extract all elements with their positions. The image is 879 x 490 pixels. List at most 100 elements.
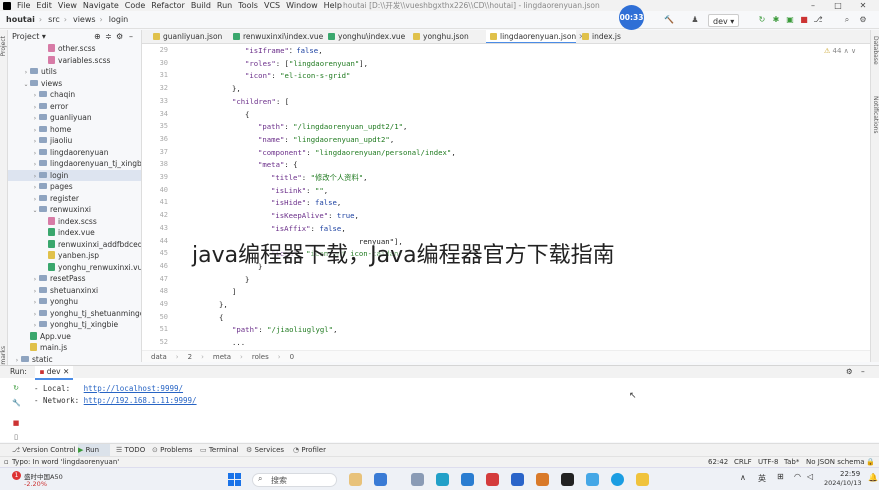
menu-item[interactable]: Refactor: [151, 0, 185, 11]
menu-item[interactable]: Run: [217, 0, 232, 11]
tree-item[interactable]: › error: [8, 101, 141, 113]
expand-arrow-icon[interactable]: ›: [31, 159, 39, 170]
tree-item[interactable]: › lingdaorenyuan_tj_xingbie: [8, 158, 141, 170]
editor-tab[interactable]: lingdaorenyuan.json ✕: [486, 30, 585, 43]
tree-item[interactable]: › resetPass: [8, 273, 141, 285]
expand-arrow-icon[interactable]: ›: [31, 90, 39, 101]
tree-item[interactable]: variables.scss: [8, 55, 141, 67]
notification-icon[interactable]: 🔔: [868, 473, 878, 482]
file-explorer-icon[interactable]: [636, 473, 649, 486]
wrench-icon[interactable]: 🔧: [12, 399, 21, 407]
network-icon[interactable]: ◠: [794, 472, 801, 481]
coverage-icon[interactable]: ▣: [785, 15, 795, 25]
menu-item[interactable]: Code: [125, 0, 145, 11]
editor-tab[interactable]: yonghu\index.vue: [324, 30, 407, 43]
expand-arrow-icon[interactable]: ›: [13, 355, 21, 363]
editor-tab[interactable]: index.js: [578, 30, 638, 43]
tree-item[interactable]: › jiaoliu: [8, 135, 141, 147]
app-pets-icon[interactable]: [349, 473, 362, 486]
expand-arrow-icon[interactable]: ›: [31, 136, 39, 147]
tree-item[interactable]: › register: [8, 193, 141, 205]
hammer-icon[interactable]: 🔨: [664, 15, 674, 25]
minimize-icon[interactable]: –: [803, 0, 823, 11]
expand-arrow-icon[interactable]: ›: [31, 194, 39, 205]
project-title[interactable]: Project: [12, 32, 39, 41]
editor-tab[interactable]: guanliyuan.json: [149, 30, 227, 43]
stop-icon[interactable]: ■: [799, 15, 809, 25]
task-view-icon[interactable]: [374, 473, 387, 486]
app-gallery-icon[interactable]: [411, 473, 424, 486]
tray-chevron-icon[interactable]: ∧: [740, 473, 746, 482]
menu-item[interactable]: Help: [324, 0, 342, 11]
code-line[interactable]: "isKeepAlive": true,: [271, 211, 359, 220]
locate-icon[interactable]: ⊕: [94, 30, 101, 43]
code-line[interactable]: },: [232, 84, 241, 93]
code-line[interactable]: "isIframe"：false,: [245, 46, 323, 56]
tree-item[interactable]: › pages: [8, 181, 141, 193]
json-crumb[interactable]: meta: [213, 353, 231, 361]
json-crumb[interactable]: roles: [252, 353, 269, 361]
taskbar-time[interactable]: 22:59: [840, 470, 860, 478]
tree-item[interactable]: › home: [8, 124, 141, 136]
tree-item[interactable]: index.scss: [8, 216, 141, 228]
tree-item[interactable]: ⌄ views: [8, 78, 141, 90]
collapse-icon[interactable]: ≑: [105, 30, 112, 43]
code-line[interactable]: "path": "/jiaoliuglygl",: [232, 325, 337, 334]
network-url-link[interactable]: http://192.168.1.11:9999/: [84, 396, 197, 405]
tree-item[interactable]: ⌄ renwuxinxi: [8, 204, 141, 216]
volume-icon[interactable]: ◁: [807, 472, 813, 481]
expand-arrow-icon[interactable]: ›: [31, 320, 39, 331]
code-line[interactable]: "isLink": "",: [271, 186, 328, 195]
expand-arrow-icon[interactable]: ›: [22, 67, 30, 78]
expand-arrow-icon[interactable]: ›: [31, 125, 39, 136]
app-blue-icon[interactable]: [536, 473, 549, 486]
code-line[interactable]: "title": "修改个人资料",: [271, 173, 368, 183]
code-line[interactable]: "component": "lingdaorenyuan/personal/in…: [258, 148, 456, 157]
expand-arrow-icon[interactable]: ›: [31, 148, 39, 159]
expand-arrow-icon[interactable]: ›: [31, 297, 39, 308]
code-line[interactable]: "icon": "el-icon-s-grid": [245, 71, 350, 80]
expand-arrow-icon[interactable]: ›: [31, 274, 39, 285]
code-line[interactable]: ]: [232, 287, 236, 296]
breadcrumb-item[interactable]: src: [48, 11, 60, 29]
app-feather-icon[interactable]: [436, 473, 449, 486]
app-tasks-icon[interactable]: [511, 473, 524, 486]
menu-item[interactable]: Build: [191, 0, 211, 11]
search-everywhere-icon[interactable]: ⌕: [842, 15, 852, 25]
tree-item[interactable]: › yonghu: [8, 296, 141, 308]
code-line[interactable]: }: [245, 275, 249, 284]
user-icon[interactable]: ♟: [690, 15, 700, 25]
expand-arrow-icon[interactable]: ›: [31, 171, 39, 182]
expand-arrow-icon[interactable]: ›: [31, 182, 39, 193]
close-icon[interactable]: ✕: [853, 0, 873, 11]
breadcrumb-item[interactable]: views: [73, 11, 96, 29]
maximize-icon[interactable]: □: [828, 0, 848, 11]
code-line[interactable]: "isHide": false,: [271, 198, 341, 207]
expand-arrow-icon[interactable]: ⌄: [22, 79, 30, 90]
vscode-icon[interactable]: [461, 473, 474, 486]
vcs-icon[interactable]: ⎇: [813, 15, 823, 25]
expand-arrow-icon[interactable]: ⌄: [31, 205, 39, 216]
menu-item[interactable]: Navigate: [83, 0, 119, 11]
code-line[interactable]: {: [245, 110, 249, 119]
app-dark-icon[interactable]: [561, 473, 574, 486]
tree-item[interactable]: App.vue: [8, 331, 141, 343]
options-icon[interactable]: ⚙: [116, 30, 123, 43]
code-editor[interactable]: 29 30 31 32 33 34 35 36 37 38 39 40 41 42 43 44 45 46 47 48…: [142, 44, 870, 350]
tree-item[interactable]: › guanliyuan: [8, 112, 141, 124]
hide-panel-icon[interactable]: –: [129, 30, 133, 43]
tree-item[interactable]: main.js: [8, 342, 141, 354]
edge-icon[interactable]: [611, 473, 624, 486]
breadcrumb-item[interactable]: houtai: [6, 11, 35, 29]
tree-item[interactable]: other.scss: [8, 43, 141, 55]
tree-item[interactable]: › chaqin: [8, 89, 141, 101]
menu-item[interactable]: Tools: [238, 0, 258, 11]
code-line[interactable]: "meta": {: [258, 160, 298, 169]
expand-arrow-icon[interactable]: ›: [31, 286, 39, 297]
code-line[interactable]: ...: [232, 338, 245, 347]
menu-item[interactable]: Window: [286, 0, 318, 11]
taskbar-date[interactable]: 2024/10/13: [824, 479, 861, 487]
code-line[interactable]: "roles": ["lingdaorenyuan"],: [245, 59, 368, 68]
rerun-icon[interactable]: ↻: [757, 15, 767, 25]
tree-item[interactable]: › static: [8, 354, 141, 363]
